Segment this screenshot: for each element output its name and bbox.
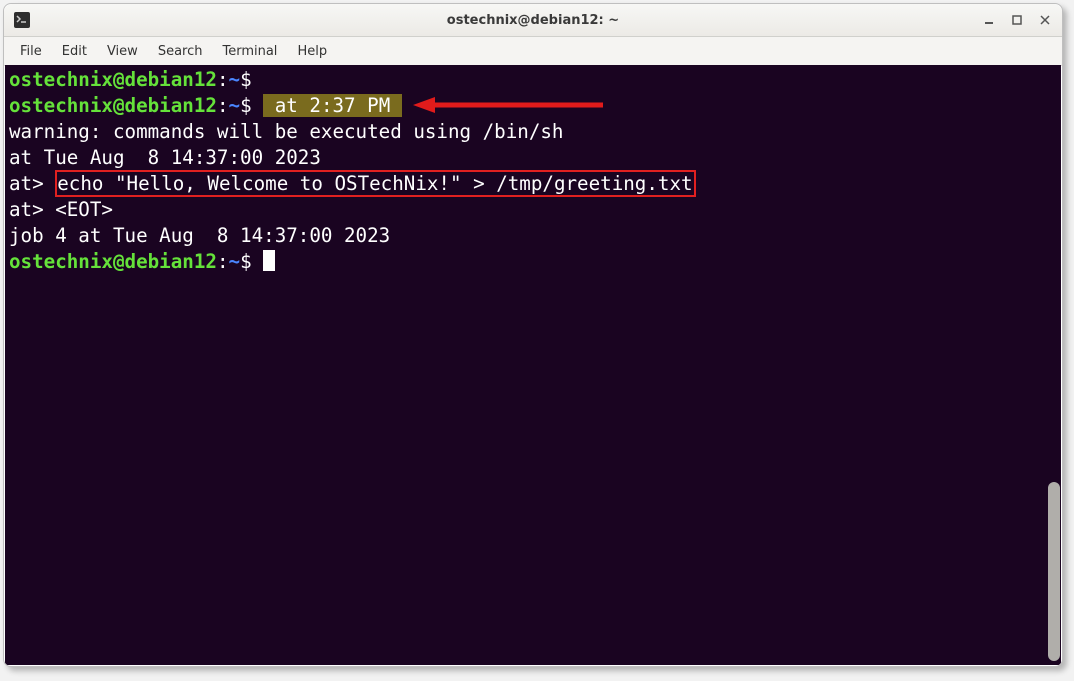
at-prompt-eot: at> <EOT> [9,198,113,221]
highlighted-command: at 2:37 PM [263,94,402,117]
menubar: File Edit View Search Terminal Help [4,37,1062,66]
prompt-path: ~ [229,94,241,117]
prompt-colon: : [217,250,229,273]
prompt-sigil: $ [240,68,252,91]
minimize-button[interactable] [982,13,996,27]
output-warning: warning: commands will be executed using… [9,120,564,143]
menu-file[interactable]: File [10,40,52,63]
prompt-sigil: $ [240,250,252,273]
window-title: ostechnix@debian12: ~ [4,13,1062,28]
terminal-cursor [263,250,275,271]
menu-edit[interactable]: Edit [52,40,97,63]
menu-search[interactable]: Search [148,40,213,63]
vertical-scrollbar[interactable] [1047,65,1061,665]
terminal-app-icon [14,12,30,28]
output-job: job 4 at Tue Aug 8 14:37:00 2023 [9,224,390,247]
scrollbar-thumb[interactable] [1048,482,1060,661]
terminal-area[interactable]: ostechnix@debian12:~$ ostechnix@debian12… [5,65,1061,665]
menu-terminal[interactable]: Terminal [212,40,287,63]
prompt-path: ~ [229,68,241,91]
boxed-command: echo "Hello, Welcome to OSTechNix!" > /t… [55,170,695,197]
menu-view[interactable]: View [97,40,148,63]
output-schedule: at Tue Aug 8 14:37:00 2023 [9,146,321,169]
at-prompt-prefix: at> [9,172,55,195]
terminal-window: ostechnix@debian12: ~ File Edit View Sea… [3,3,1063,667]
menu-help[interactable]: Help [287,40,337,63]
maximize-button[interactable] [1010,13,1024,27]
prompt-user-host: ostechnix@debian12 [9,250,217,273]
prompt-colon: : [217,94,229,117]
prompt-user-host: ostechnix@debian12 [9,68,217,91]
prompt-path: ~ [229,250,241,273]
prompt-colon: : [217,68,229,91]
close-button[interactable] [1038,13,1052,27]
prompt-user-host: ostechnix@debian12 [9,94,217,117]
window-controls [968,13,1052,27]
prompt-sigil: $ [240,94,252,117]
titlebar: ostechnix@debian12: ~ [4,4,1062,37]
